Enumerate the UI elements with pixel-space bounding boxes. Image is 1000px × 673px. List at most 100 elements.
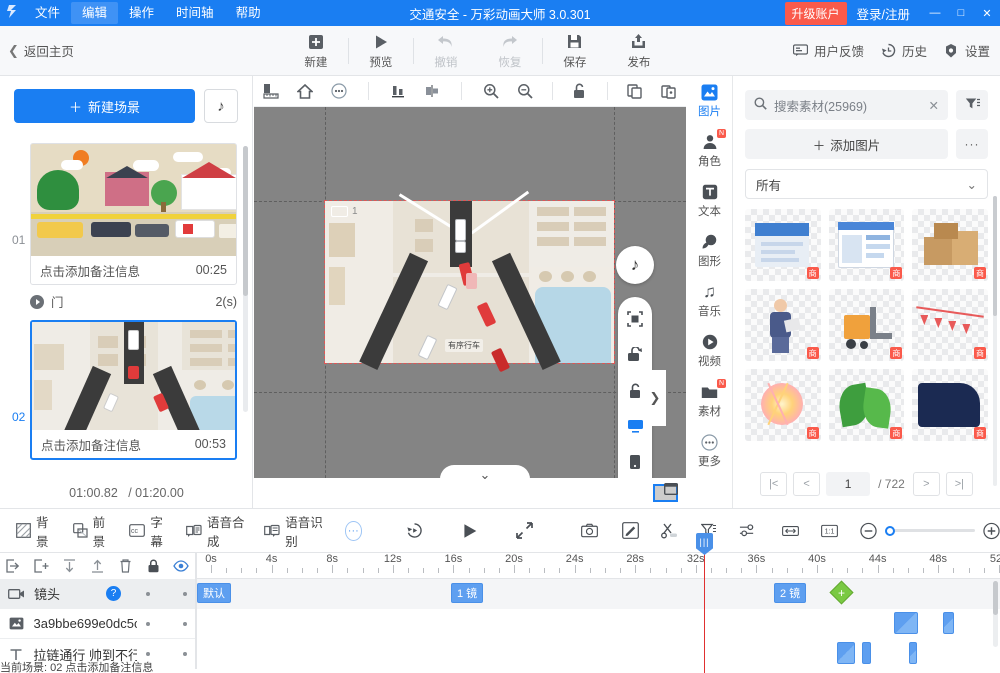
timeline-ruler[interactable]: 0s 4s 8s 12s 16s 20s 24s 28s 32s 36s 40s 44s 48s 52s xyxy=(196,553,1000,579)
fit-frame-icon[interactable] xyxy=(627,311,643,327)
settings-sliders-button[interactable] xyxy=(739,522,756,539)
edit-button[interactable] xyxy=(622,522,639,539)
collapse-panel-button[interactable]: ⌄ xyxy=(440,465,530,491)
track-lane[interactable] xyxy=(196,609,1000,639)
asset-tile[interactable]: 商 xyxy=(828,369,905,441)
monitor-icon[interactable] xyxy=(627,419,644,434)
canvas-stage[interactable]: 有序行车 1 ♪ ❯ ⌄ xyxy=(254,107,686,508)
timeline-chip-scene2[interactable]: 2 镜 xyxy=(774,583,807,603)
unlock-icon[interactable] xyxy=(628,383,643,399)
track-dot[interactable] xyxy=(146,591,150,596)
minimize-button[interactable]: — xyxy=(922,7,948,19)
close-button[interactable]: ✕ xyxy=(974,7,1000,20)
import-track-icon[interactable] xyxy=(0,553,28,579)
timeline-chip-default[interactable]: 默认 xyxy=(197,583,231,603)
next-page-button[interactable]: > xyxy=(912,472,940,496)
move-down-icon[interactable] xyxy=(56,553,84,579)
asset-tile[interactable]: 商 xyxy=(745,209,821,281)
preview-button[interactable]: 预览 xyxy=(349,28,413,74)
align-bottom-icon[interactable] xyxy=(381,76,415,106)
rail-item-music[interactable]: ♫ 音乐 xyxy=(687,276,732,326)
asset-tile[interactable]: 商 xyxy=(912,369,988,441)
save-button[interactable]: 保存 xyxy=(543,28,607,74)
track-dot[interactable] xyxy=(183,621,187,626)
track-lane[interactable]: 默认 1 镜 2 镜 xyxy=(196,579,1000,609)
user-feedback-button[interactable]: 用户反馈 xyxy=(792,41,864,60)
canvas-text-label[interactable]: 有序行车 xyxy=(445,339,483,352)
new-button[interactable]: 新建 xyxy=(284,28,348,74)
lock-icon[interactable] xyxy=(139,553,167,579)
login-register-link[interactable]: 登录/注册 xyxy=(857,4,910,23)
track-dot[interactable] xyxy=(146,621,151,626)
timeline-clip[interactable] xyxy=(837,642,855,664)
category-select[interactable]: 所有 ⌄ xyxy=(745,169,988,199)
timeline-clip[interactable] xyxy=(894,612,918,634)
reset-timer-button[interactable] xyxy=(406,522,423,539)
background-button[interactable]: 背景 xyxy=(16,512,57,550)
actual-size-button[interactable]: 1:1 xyxy=(821,522,838,539)
zoom-out-icon[interactable] xyxy=(508,76,542,106)
add-keyframe-diamond[interactable] xyxy=(829,580,854,605)
unlock-icon[interactable] xyxy=(563,76,597,106)
track-label[interactable]: 3a9bbe699e0dc5c xyxy=(0,608,196,639)
rail-item-more[interactable]: 更多 xyxy=(687,426,732,476)
window-icon[interactable] xyxy=(663,482,679,498)
scene-item-01[interactable]: 01 点击添加备注信息 00:25 xyxy=(12,143,237,285)
add-image-button[interactable]: ＋ 添加图片 xyxy=(745,129,948,159)
delete-trash-icon[interactable] xyxy=(111,553,139,579)
subtitle-button[interactable]: cc 字幕 xyxy=(129,512,170,550)
close-icon[interactable]: ✕ xyxy=(929,98,939,113)
asset-tile[interactable]: 商 xyxy=(828,289,905,361)
scene-transition[interactable]: 门 2(s) xyxy=(30,292,237,311)
scene-list[interactable]: 01 点击添加备注信息 00:25 门 2(s) 02 点击添加备注信息 00:… xyxy=(0,137,253,482)
asset-tile[interactable]: 商 xyxy=(828,209,905,281)
filter-button[interactable] xyxy=(956,90,988,120)
transition-play-icon[interactable] xyxy=(30,294,44,309)
timeline-row-image[interactable]: 3a9bbe699e0dc5c xyxy=(0,608,1000,639)
library-more-button[interactable]: ··· xyxy=(956,129,988,159)
track-lane[interactable] xyxy=(196,639,1000,669)
asset-tile[interactable]: 商 xyxy=(912,289,988,361)
last-page-button[interactable]: >| xyxy=(945,472,973,496)
asset-tile[interactable]: 商 xyxy=(912,209,988,281)
track-dot[interactable] xyxy=(146,652,151,656)
fit-width-button[interactable] xyxy=(782,522,799,539)
camera-button[interactable] xyxy=(581,522,598,539)
menu-item-file[interactable]: 文件 xyxy=(24,2,71,24)
paste-icon[interactable] xyxy=(652,76,686,106)
prev-page-button[interactable]: < xyxy=(793,472,821,496)
menu-item-timeline[interactable]: 时间轴 xyxy=(165,2,225,24)
scene-note[interactable]: 点击添加备注信息 xyxy=(41,435,141,454)
maximize-button[interactable]: □ xyxy=(948,7,974,19)
track-dot[interactable] xyxy=(183,652,187,656)
scene-item-02[interactable]: 02 点击添加备注信息 00:53 xyxy=(12,320,237,460)
scene-note[interactable]: 点击添加备注信息 xyxy=(40,261,140,280)
rail-item-image[interactable]: 图片 xyxy=(687,76,732,126)
track-dot[interactable] xyxy=(183,591,187,596)
new-scene-button[interactable]: ＋ 新建场景 xyxy=(14,89,195,123)
page-number-input[interactable]: 1 xyxy=(826,472,871,496)
ruler-icon[interactable] xyxy=(254,76,288,106)
eye-visible-icon[interactable] xyxy=(167,553,195,579)
rail-item-character[interactable]: N 角色 xyxy=(687,126,732,176)
add-track-icon[interactable] xyxy=(28,553,56,579)
menu-item-help[interactable]: 帮助 xyxy=(225,2,272,24)
scenes-scrollbar[interactable] xyxy=(243,146,248,412)
more-circle-icon[interactable] xyxy=(322,76,356,106)
asset-tile[interactable]: 商 xyxy=(745,289,821,361)
library-scrollbar[interactable] xyxy=(993,196,997,486)
speech-recognition-button[interactable]: 语音识别 xyxy=(264,512,326,550)
zoom-in-button[interactable] xyxy=(983,522,1000,539)
fullscreen-button[interactable] xyxy=(516,522,533,539)
timeline-clip[interactable] xyxy=(862,642,871,664)
slide-canvas[interactable]: 有序行车 1 xyxy=(324,190,615,373)
menu-item-action[interactable]: 操作 xyxy=(118,2,165,24)
canvas-music-button[interactable]: ♪ xyxy=(616,246,654,284)
scene-music-button[interactable]: ♪ xyxy=(204,89,238,123)
zoom-in-icon[interactable] xyxy=(474,76,508,106)
rail-item-video[interactable]: 视频 xyxy=(687,326,732,376)
track-label[interactable]: 镜头 ? xyxy=(0,578,196,609)
asset-tile[interactable]: 商 xyxy=(745,369,821,441)
tts-button[interactable]: 语音合成 xyxy=(186,512,248,550)
publish-button[interactable]: 发布 xyxy=(607,28,671,74)
